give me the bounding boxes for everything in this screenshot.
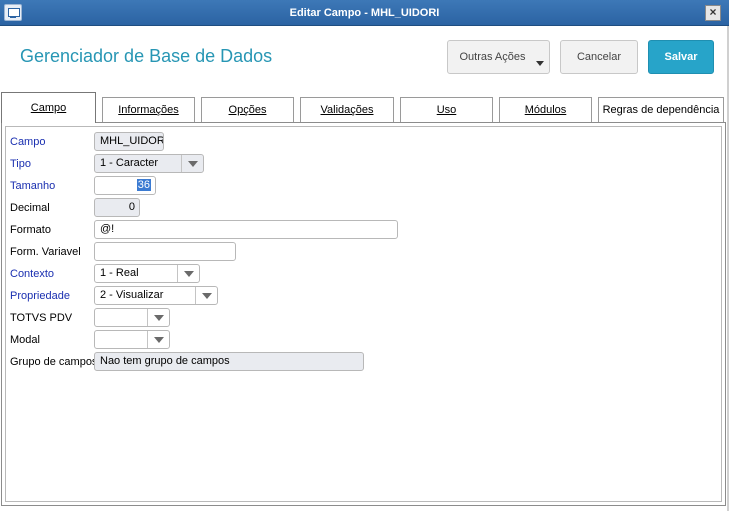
tab-opcoes[interactable]: Opções xyxy=(201,97,294,122)
tab-informacoes[interactable]: Informações xyxy=(102,97,195,122)
propriedade-select[interactable]: 2 - Visualizar xyxy=(94,286,218,305)
tamanho-label: Tamanho xyxy=(10,180,56,192)
campo-field: MHL_UIDORI xyxy=(94,132,164,151)
tab-bar: Campo Informações Opções Validações Uso … xyxy=(0,92,729,123)
modal-select[interactable] xyxy=(94,330,170,349)
tipo-select[interactable]: 1 - Caracter xyxy=(94,154,204,173)
tab-campo[interactable]: Campo xyxy=(1,92,96,123)
propriedade-value: 2 - Visualizar xyxy=(100,289,164,301)
tamanho-value: 36 xyxy=(136,179,151,191)
tipo-label: Tipo xyxy=(10,158,31,170)
tamanho-field[interactable]: 36 xyxy=(94,176,156,195)
tab-regras-dependencia[interactable]: Regras de dependência xyxy=(598,97,724,122)
totvs-pdv-select[interactable] xyxy=(94,308,170,327)
modal-label: Modal xyxy=(10,334,40,346)
form-panel: Campo MHL_UIDORI Tipo 1 - Caracter Taman… xyxy=(1,122,726,506)
propriedade-label: Propriedade xyxy=(10,290,70,302)
form-variavel-field[interactable] xyxy=(94,242,236,261)
chevron-down-icon xyxy=(195,287,217,304)
contexto-select[interactable]: 1 - Real xyxy=(94,264,200,283)
tab-validacoes[interactable]: Validações xyxy=(300,97,394,122)
cancel-button[interactable]: Cancelar xyxy=(560,40,638,74)
page-header: Gerenciador de Base de Dados Outras Açõe… xyxy=(0,27,729,87)
campo-label: Campo xyxy=(10,136,46,148)
tipo-value: 1 - Caracter xyxy=(100,157,159,169)
decimal-label: Decimal xyxy=(10,202,50,214)
chevron-down-icon xyxy=(147,309,169,326)
totvs-pdv-label: TOTVS PDV xyxy=(10,312,73,324)
other-actions-button[interactable]: Outras Ações xyxy=(447,40,550,74)
chevron-down-icon xyxy=(147,331,169,348)
window-title: Editar Campo - MHL_UIDORI xyxy=(289,7,440,19)
decimal-field: 0 xyxy=(94,198,140,217)
chevron-down-icon xyxy=(181,155,203,172)
page-title: Gerenciador de Base de Dados xyxy=(20,46,273,66)
tab-modulos[interactable]: Módulos xyxy=(499,97,592,122)
formato-field[interactable]: @! xyxy=(94,220,398,239)
other-actions-label: Outras Ações xyxy=(459,51,526,63)
contexto-value: 1 - Real xyxy=(100,267,139,279)
chevron-down-icon xyxy=(177,265,199,282)
contexto-label: Contexto xyxy=(10,268,55,280)
grupo-campos-label: Grupo de campos xyxy=(10,356,98,368)
close-icon[interactable]: × xyxy=(705,5,721,21)
form-variavel-label: Form. Variavel xyxy=(10,246,81,258)
chevron-down-icon xyxy=(536,61,544,66)
window-titlebar: Editar Campo - MHL_UIDORI × xyxy=(0,0,729,26)
grupo-campos-field: Nao tem grupo de campos xyxy=(94,352,364,371)
formato-label: Formato xyxy=(10,224,51,236)
save-button[interactable]: Salvar xyxy=(648,40,714,74)
tab-uso[interactable]: Uso xyxy=(400,97,493,122)
